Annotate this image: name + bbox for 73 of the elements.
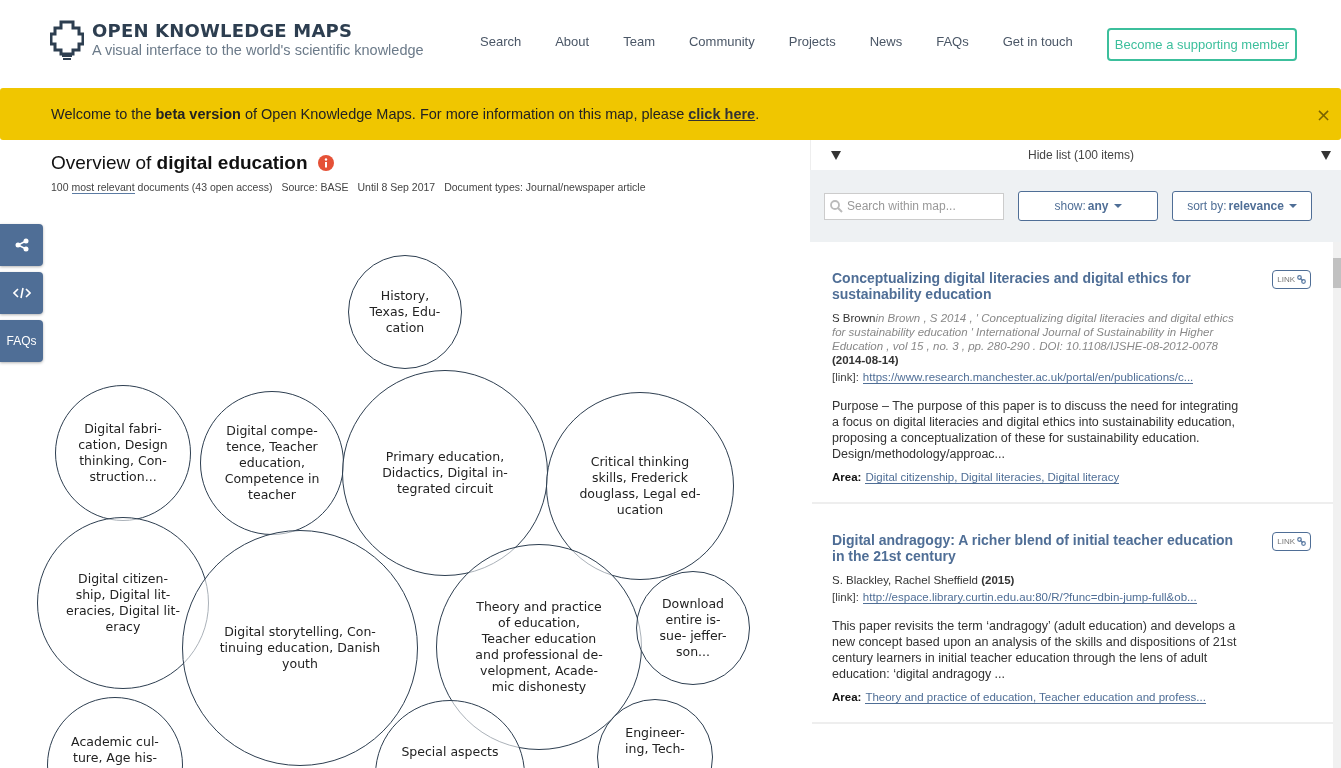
- topic-bubble[interactable]: History, Texas, Edu- cation: [348, 255, 462, 369]
- paper-citation: S Brownin Brown , S 2014 , ' Conceptualizing digital literacies and digital ethics for sustainability education ' International Journal of Sustainability in Higher Education , vol 15 , no. 3 , pp. 280-290 . DOI: 10.1108/IJSHE-08-2012-0078 (2014-08-14): [832, 311, 1235, 367]
- paper-abstract: This paper revisits the term ‘andragogy’ (adult education) and develops a new concept based upon an analysis of the skills and dispositions of 21st century learners in initial teacher education through the lens of adult education: ‘digital andragogy ...: [832, 618, 1238, 682]
- nav-link[interactable]: Get in touch: [1002, 33, 1073, 49]
- share-button[interactable]: [0, 224, 43, 266]
- topic-bubble[interactable]: Download entire is- sue- jeffer- son...: [636, 571, 750, 685]
- paper-abstract: Purpose – The purpose of this paper is to discuss the need for integrating a focus on digital literacies and digital ethics into sustainability education, proposing a conceptualization of these for sustainability education. Design/methodology/approac...: [832, 398, 1240, 462]
- document-count: 100: [51, 181, 69, 194]
- source-text: Source: BASE: [281, 181, 349, 194]
- nav-link[interactable]: News: [869, 33, 903, 49]
- topic-label: Critical thinking skills, Frederick douglass, Legal ed- ucation: [579, 454, 701, 518]
- sort-dropdown[interactable]: sort by: relevance: [1172, 191, 1312, 221]
- search-icon: [830, 199, 843, 213]
- collapse-arrow-icon[interactable]: [1321, 150, 1331, 160]
- click-here-link[interactable]: click here: [688, 106, 756, 122]
- show-filter-dropdown[interactable]: show: any: [1018, 191, 1158, 221]
- area-link[interactable]: Digital citizenship, Digital literacies, Digital literacy: [865, 471, 1120, 484]
- topic-label: Primary education, Didactics, Digital in- tegrated circuit: [382, 449, 508, 497]
- topic-bubble[interactable]: Engineer- ing, Tech-: [597, 699, 713, 768]
- topic-bubble[interactable]: Primary education, Didactics, Digital in- tegrated circuit: [342, 370, 548, 576]
- topic-label: History, Texas, Edu- cation: [369, 288, 441, 336]
- code-icon: [12, 287, 31, 299]
- faqs-button[interactable]: FAQs: [0, 320, 43, 362]
- link-button[interactable]: LINK: [1272, 532, 1311, 551]
- link-button[interactable]: LINK: [1272, 270, 1311, 289]
- scrollbar-thumb[interactable]: [1333, 258, 1341, 288]
- close-icon[interactable]: ×: [1315, 103, 1331, 125]
- topic-label: Academic cul- ture, Age his-: [71, 734, 159, 766]
- paper-title[interactable]: Digital andragogy: A richer blend of initial teacher education in the 21st century: [832, 532, 1242, 564]
- map-title: Overview of digital education: [51, 152, 308, 174]
- scrollbar[interactable]: [1333, 242, 1341, 768]
- info-icon[interactable]: [317, 155, 334, 171]
- paper-citation: S. Blackley, Rachel Sheffield (2015): [832, 573, 1016, 587]
- topic-bubble[interactable]: Digital compe- tence, Teacher education, Competence in teacher: [200, 391, 344, 535]
- collapse-arrow-icon[interactable]: [831, 150, 841, 160]
- most-relevant-link[interactable]: most relevant: [71, 181, 135, 194]
- paper-title[interactable]: Conceptualizing digital literacies and digital ethics for sustainability education: [832, 270, 1242, 302]
- topic-label: Digital storytelling, Con- tinuing education, Danish youth: [219, 624, 381, 672]
- share-icon: [14, 238, 29, 252]
- banner-message: Welcome to the beta version of Open Knowledge Maps. For more information on this map, please click here.: [51, 106, 760, 122]
- search-field[interactable]: Search within map...: [824, 192, 1004, 220]
- embed-button[interactable]: [0, 272, 43, 314]
- topic-label: Digital fabri- cation, Design thinking, Con- struction...: [78, 421, 168, 485]
- link-label: [link]:: [832, 371, 859, 384]
- logo-subtitle: A visual interface to the world's scientific knowledge: [92, 42, 424, 58]
- document-types-text: Document types: Journal/newspaper article: [444, 181, 646, 194]
- topic-label: Digital citizen- ship, Digital lit- eracies, Digital lit- eracy: [66, 571, 180, 635]
- topic-bubble[interactable]: Critical thinking skills, Frederick douglass, Legal ed- ucation: [546, 392, 734, 580]
- hide-list-toggle[interactable]: Hide list (100 items): [1028, 148, 1134, 162]
- nav-link[interactable]: Community: [689, 33, 755, 49]
- link-label: [link]:: [832, 591, 859, 604]
- topic-bubble[interactable]: Academic cul- ture, Age his-: [47, 697, 183, 768]
- topic-label: Digital compe- tence, Teacher education, Competence in teacher: [224, 423, 320, 503]
- nav-link[interactable]: FAQs: [936, 33, 969, 49]
- chain-link-icon: [1297, 537, 1306, 546]
- topic-bubble[interactable]: Digital fabri- cation, Design thinking, Con- struction...: [55, 385, 191, 521]
- nav-link[interactable]: Projects: [788, 33, 836, 49]
- logo-icon: [50, 20, 84, 60]
- date-text: Until 8 Sep 2017: [357, 181, 436, 194]
- logo-title[interactable]: OPEN KNOWLEDGE MAPS: [92, 20, 424, 41]
- nav-link[interactable]: About: [555, 33, 590, 49]
- area-label: Area:: [832, 691, 862, 704]
- topic-bubble[interactable]: Special aspects: [375, 700, 525, 768]
- nav-link[interactable]: Team: [623, 33, 655, 49]
- paper-url-link[interactable]: http://espace.library.curtin.edu.au:80/R/?func=dbin-jump-full&ob...: [862, 591, 1197, 604]
- area-link[interactable]: Theory and practice of education, Teacher education and profess...: [865, 691, 1206, 704]
- document-summary: documents (43 open access): [137, 181, 273, 194]
- nav-link[interactable]: Search: [480, 33, 522, 49]
- area-label: Area:: [832, 471, 862, 484]
- topic-label: Theory and practice of education, Teacher education and professional de- velopment, Acade- mic dishonesty: [475, 599, 603, 695]
- chain-link-icon: [1297, 275, 1306, 284]
- paper-url-link[interactable]: https://www.research.manchester.ac.uk/portal/en/publications/c...: [862, 371, 1194, 384]
- topic-label: Download entire is- sue- jeffer- son...: [659, 596, 727, 660]
